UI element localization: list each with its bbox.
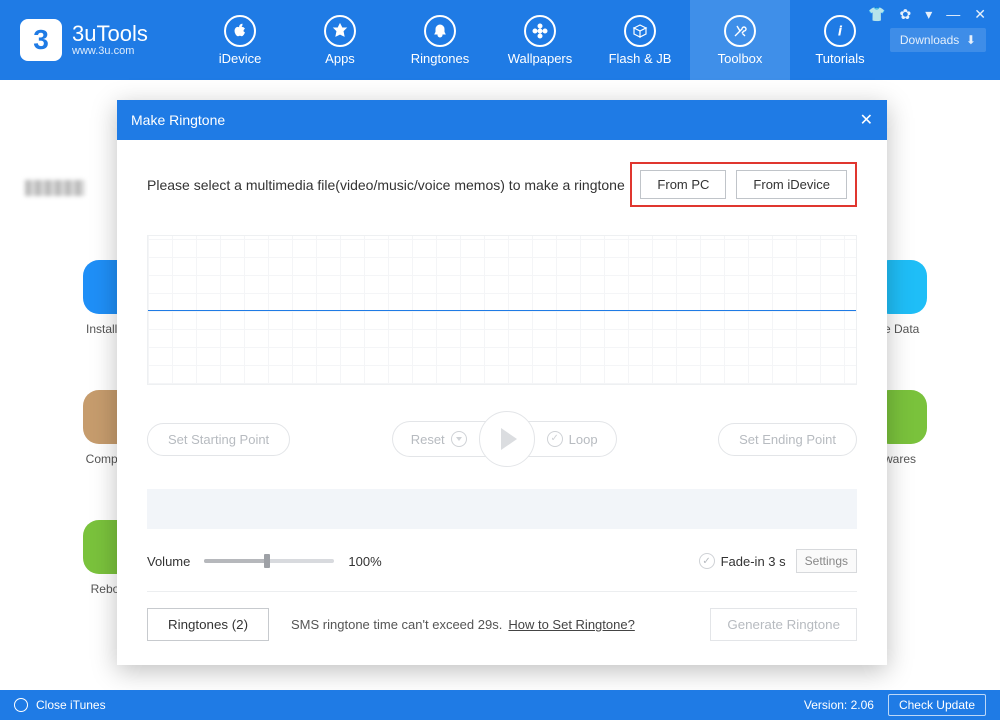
timeline-strip[interactable] — [147, 489, 857, 529]
check-update-button[interactable]: Check Update — [888, 694, 986, 716]
from-pc-button[interactable]: From PC — [640, 170, 726, 199]
sms-warning: SMS ringtone time can't exceed 29s. — [291, 617, 502, 632]
version-label: Version: 2.06 — [804, 698, 874, 712]
nav-label: Ringtones — [411, 51, 470, 66]
source-buttons-highlight: From PC From iDevice — [630, 162, 857, 207]
apps-icon — [324, 15, 356, 47]
minimize-icon[interactable]: — — [946, 6, 960, 23]
set-end-button[interactable]: Set Ending Point — [718, 423, 857, 456]
make-ringtone-dialog: Make Ringtone ✕ Please select a multimed… — [117, 100, 887, 665]
close-itunes-link[interactable]: Close iTunes — [36, 698, 106, 712]
app-name: 3uTools — [72, 23, 148, 45]
waveform-area[interactable] — [147, 235, 857, 385]
shirt-icon[interactable]: 👕 — [868, 6, 885, 23]
status-circle-icon — [14, 698, 28, 712]
loop-check-icon — [547, 431, 563, 447]
volume-label: Volume — [147, 554, 190, 569]
dialog-titlebar: Make Ringtone ✕ — [117, 100, 887, 140]
loop-label: Loop — [569, 432, 598, 447]
nav-apps[interactable]: Apps — [290, 0, 390, 80]
dialog-title: Make Ringtone — [131, 112, 225, 128]
downloads-label: Downloads — [900, 33, 959, 47]
waveform-midline — [148, 310, 856, 311]
dialog-close-icon[interactable]: ✕ — [860, 110, 873, 130]
status-bar: Close iTunes Version: 2.06 Check Update — [0, 690, 1000, 720]
nav-wallpapers[interactable]: Wallpapers — [490, 0, 590, 80]
nav-label: Flash & JB — [609, 51, 672, 66]
window-controls: 👕 ✿ ▾ — ✕ — [868, 6, 986, 23]
downloads-button[interactable]: Downloads ⬇ — [890, 28, 986, 52]
app-header: 3 3uTools www.3u.com iDevice Apps Ringto… — [0, 0, 1000, 80]
fadein-checkbox[interactable] — [699, 553, 715, 569]
from-idevice-button[interactable]: From iDevice — [736, 170, 847, 199]
nav-label: Tutorials — [815, 51, 864, 66]
apple-icon — [224, 15, 256, 47]
app-logo: 3 3uTools www.3u.com — [0, 19, 190, 61]
close-icon[interactable]: ✕ — [974, 6, 986, 23]
gear-icon[interactable]: ✿ — [900, 6, 912, 23]
device-name-blurred — [25, 180, 85, 196]
reset-label: Reset — [411, 432, 445, 447]
nav-label: Toolbox — [718, 51, 763, 66]
playback-controls: Reset Loop — [392, 411, 617, 467]
reset-icon — [451, 431, 467, 447]
fadein-label: Fade-in 3 s — [721, 554, 786, 569]
volume-fill — [204, 559, 266, 563]
logo-badge-icon: 3 — [20, 19, 62, 61]
nav-idevice[interactable]: iDevice — [190, 0, 290, 80]
nav-ringtones[interactable]: Ringtones — [390, 0, 490, 80]
box-icon — [624, 15, 656, 47]
volume-slider[interactable] — [204, 559, 334, 563]
generate-ringtone-button[interactable]: Generate Ringtone — [710, 608, 857, 641]
tools-icon — [724, 15, 756, 47]
nav-toolbox[interactable]: Toolbox — [690, 0, 790, 80]
dropdown-icon[interactable]: ▾ — [925, 6, 932, 23]
flower-icon — [524, 15, 556, 47]
app-site: www.3u.com — [72, 45, 148, 57]
bell-icon — [424, 15, 456, 47]
nav-label: iDevice — [219, 51, 262, 66]
nav-label: Wallpapers — [508, 51, 573, 66]
fade-settings-button[interactable]: Settings — [796, 549, 857, 573]
play-button[interactable] — [479, 411, 535, 467]
set-start-button[interactable]: Set Starting Point — [147, 423, 290, 456]
how-to-link[interactable]: How to Set Ringtone? — [508, 617, 634, 632]
nav-flash-jb[interactable]: Flash & JB — [590, 0, 690, 80]
info-icon: i — [824, 15, 856, 47]
play-icon — [501, 428, 517, 450]
ringtones-button[interactable]: Ringtones (2) — [147, 608, 269, 641]
nav-label: Apps — [325, 51, 355, 66]
instruction-text: Please select a multimedia file(video/mu… — [147, 177, 625, 193]
volume-value: 100% — [348, 554, 381, 569]
volume-thumb[interactable] — [264, 554, 270, 568]
svg-text:i: i — [839, 24, 842, 38]
